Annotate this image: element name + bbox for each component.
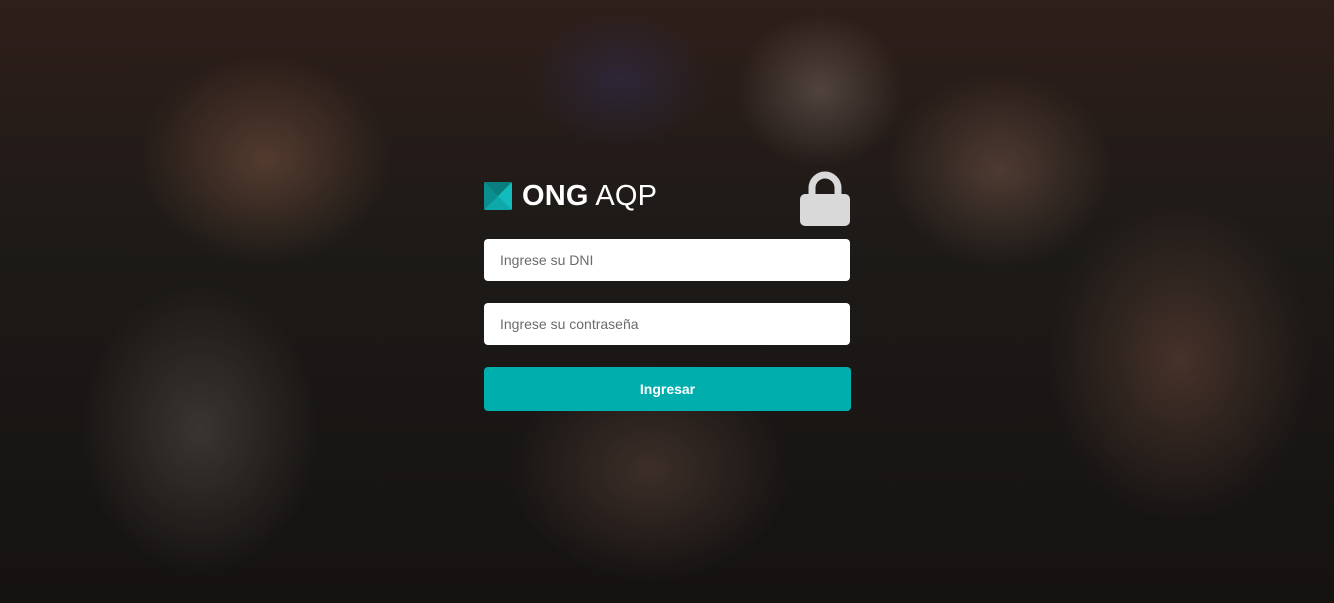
ong-logo-icon bbox=[484, 182, 512, 210]
password-input[interactable] bbox=[484, 303, 850, 345]
login-panel: ONG AQP Ingresar bbox=[484, 170, 851, 411]
brand-logo: ONG AQP bbox=[484, 180, 658, 212]
dni-input[interactable] bbox=[484, 239, 850, 281]
brand-header: ONG AQP bbox=[484, 170, 851, 228]
login-button[interactable]: Ingresar bbox=[484, 367, 851, 411]
brand-name: ONG AQP bbox=[522, 180, 658, 212]
lock-icon bbox=[799, 170, 851, 228]
brand-name-bold: ONG bbox=[522, 180, 589, 212]
brand-name-light: AQP bbox=[595, 180, 658, 212]
